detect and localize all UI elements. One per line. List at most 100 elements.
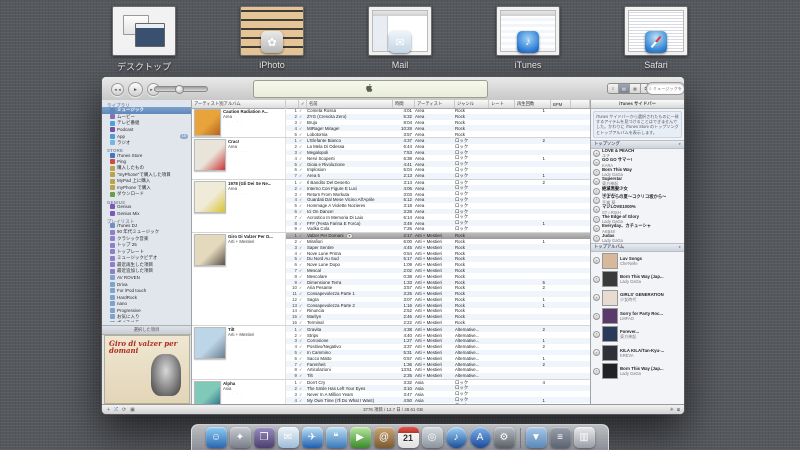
column-header-cell[interactable] <box>286 100 299 108</box>
top-song-item[interactable]: +マジLOVE1000%ST☆RISH <box>591 205 684 214</box>
dock-icon-documents-stack[interactable]: ≡ <box>550 427 571 448</box>
dock-icon-app-store[interactable]: A <box>470 427 491 448</box>
track-checkbox[interactable]: ✓ <box>299 173 307 178</box>
track-row[interactable]: 1✓L'Elefante Bianco4:37Areaロック2 <box>286 138 590 144</box>
volume-knob[interactable] <box>175 85 184 94</box>
track-row[interactable]: 1✓Don't Cry3:32Asiaロック4 <box>286 380 590 386</box>
track-row[interactable]: 6✓Sacco Matto0:57Arti + MestieriAlternat… <box>286 355 590 361</box>
track-checkbox[interactable]: ✓ <box>299 274 307 279</box>
track-checkbox[interactable]: ✓ <box>299 303 307 308</box>
top-album-item[interactable]: +Luv SongsChe'Nelle <box>591 252 684 270</box>
top-albums-header[interactable]: トップアルバム▸ <box>591 243 684 252</box>
track-checkbox[interactable]: ✓ <box>299 138 307 143</box>
track-checkbox[interactable]: ✓ <box>299 380 307 385</box>
track-checkbox[interactable]: ✓ <box>299 186 307 191</box>
buy-button[interactable]: + <box>593 331 600 338</box>
track-checkbox[interactable]: ✓ <box>299 350 307 355</box>
track-row[interactable]: 4✓Positivo/Negativo3:37Arti + MestieriAl… <box>286 344 590 350</box>
top-album-item[interactable]: +GIRLS' GENERATION少女時代 <box>591 289 684 307</box>
track-checkbox[interactable]: ✓ <box>299 251 307 256</box>
top-album-item[interactable]: +Sorry for Party Roc...LMFAO <box>591 307 684 325</box>
track-checkbox[interactable]: ✓ <box>299 373 307 378</box>
track-checkbox[interactable]: ✓ <box>299 108 307 113</box>
track-checkbox[interactable]: ✓ <box>299 209 307 214</box>
album-rating[interactable]: · · · · · <box>228 191 271 196</box>
album-cell[interactable]: TiltArti + Mestieri· · · · · <box>192 326 286 378</box>
search-input[interactable] <box>653 86 682 91</box>
track-checkbox[interactable]: ✓ <box>299 362 307 367</box>
genius-button[interactable]: ✳ <box>670 407 674 413</box>
track-row[interactable]: 2✓Mirafiori6:00Arti + MestieriRock1 <box>286 239 590 245</box>
buy-button[interactable]: + <box>593 150 600 157</box>
track-row[interactable]: 9✓Dimensione Terra1:33Arti + MestieriRoc… <box>286 279 590 285</box>
track-checkbox[interactable]: ✓ <box>299 120 307 125</box>
dock-icon-facetime[interactable]: ▶ <box>350 427 371 448</box>
track-row[interactable]: 7✓Area 52:13Areaロック1 <box>286 173 590 179</box>
buy-button[interactable]: + <box>593 206 600 213</box>
track-checkbox[interactable]: ✓ <box>299 156 307 161</box>
dock-icon-address-book[interactable]: @ <box>374 427 395 448</box>
track-checkbox[interactable]: ✓ <box>299 268 307 273</box>
track-checkbox[interactable]: ✓ <box>299 162 307 167</box>
previous-button[interactable]: ◄◄ <box>111 83 124 96</box>
shuffle-button[interactable]: ⤮ <box>114 407 118 413</box>
buy-button[interactable]: + <box>593 276 600 283</box>
dock-icon-ical[interactable]: 21 <box>398 427 419 448</box>
column-header-cell[interactable]: ジャンル <box>455 100 489 108</box>
view-grid[interactable]: ▦ <box>630 84 641 93</box>
buy-button[interactable]: + <box>593 294 600 301</box>
column-header-cell[interactable]: ✓ <box>299 100 307 108</box>
track-row[interactable]: 1✓Gravita4:38Arti + MestieriAlternative.… <box>286 326 590 332</box>
track-row[interactable]: 3✓Corrosione1:27Arti + MestieriAlternati… <box>286 338 590 344</box>
track-checkbox[interactable]: ✓ <box>299 285 307 290</box>
album-cell[interactable]: AlphaAsia· · · · · <box>192 380 286 405</box>
album-cell[interactable]: Crac!Area· · · · · <box>192 138 286 179</box>
buy-button[interactable]: + <box>593 235 600 242</box>
top-album-item[interactable]: +Born This Way (Jap...Lady GaGa <box>591 362 684 380</box>
space-iphoto[interactable]: ✿ iPhoto <box>237 6 307 76</box>
buy-button[interactable]: + <box>593 368 600 375</box>
buy-button[interactable]: + <box>593 188 600 195</box>
view-list[interactable]: ≡ <box>608 84 619 93</box>
dock-icon-ichat[interactable]: ❝ <box>326 427 347 448</box>
safari-thumbnail[interactable] <box>624 6 688 56</box>
column-header-cell[interactable]: アーティスト別アルバム <box>192 100 286 108</box>
track-checkbox[interactable]: ✓ <box>299 333 307 338</box>
track-row[interactable]: 5✓Lobotomia3:57AreaRock <box>286 131 590 137</box>
track-checkbox[interactable]: ✓ <box>299 398 307 403</box>
track-checkbox[interactable]: ✓ <box>299 150 307 155</box>
track-checkbox[interactable]: ✓ <box>299 356 307 361</box>
track-row[interactable]: 8✓FFF (Festa Farina E Forca)3:49Areaロック1 <box>286 220 590 226</box>
dock-icon-mission-control[interactable]: ❐ <box>254 427 275 448</box>
top-album-item[interactable]: +Born This Way (Jap...Lady GaGa <box>591 270 684 288</box>
track-row[interactable]: 16✓Terminal2:22Arti + MestieriRock <box>286 320 590 326</box>
top-song-item[interactable]: +JudasLady GaGa <box>591 233 684 242</box>
top-song-item[interactable]: +GO GO サマー!KARA <box>591 158 684 167</box>
space-safari[interactable]: Safari <box>621 6 691 76</box>
sidebar-item[interactable]: ボイスメモ <box>102 320 191 322</box>
repeat-button[interactable]: ⟳ <box>122 407 126 413</box>
buy-button[interactable]: + <box>593 178 600 185</box>
space-mail[interactable]: ✉ Mail <box>365 6 435 76</box>
itunes-thumbnail[interactable]: ♪ <box>496 6 560 56</box>
track-checkbox[interactable]: ✓ <box>299 203 307 208</box>
album-rating[interactable]: · · · · · <box>228 244 273 249</box>
dock-icon-mail[interactable]: ✉ <box>278 427 299 448</box>
album-cell[interactable]: Giro Di Valzer Per D...Arti + Mestieri· … <box>192 233 286 326</box>
track-checkbox[interactable]: ✓ <box>299 144 307 149</box>
column-header-cell[interactable]: レート <box>489 100 515 108</box>
dock-icon-safari[interactable]: ✈ <box>302 427 323 448</box>
dock-icon-preview[interactable]: ◎ <box>422 427 443 448</box>
track-checkbox[interactable]: ✓ <box>299 367 307 372</box>
track-row[interactable]: 9✓Vodka Cola7:26Areaロック <box>286 226 590 232</box>
track-checkbox[interactable]: ✓ <box>299 297 307 302</box>
track-checkbox[interactable]: ✓ <box>299 132 307 137</box>
track-row[interactable]: 1✓Cometa Rossa4:01AreaRock1 <box>286 108 590 114</box>
dock-icon-finder[interactable]: ☺ <box>206 427 227 448</box>
column-header-cell[interactable] <box>571 100 590 108</box>
buy-button[interactable]: + <box>593 197 600 204</box>
track-checkbox[interactable]: ✓ <box>299 308 307 313</box>
dock-icon-system-preferences[interactable]: ⚙ <box>494 427 515 448</box>
buy-button[interactable]: + <box>593 169 600 176</box>
track-checkbox[interactable]: ✓ <box>299 280 307 285</box>
